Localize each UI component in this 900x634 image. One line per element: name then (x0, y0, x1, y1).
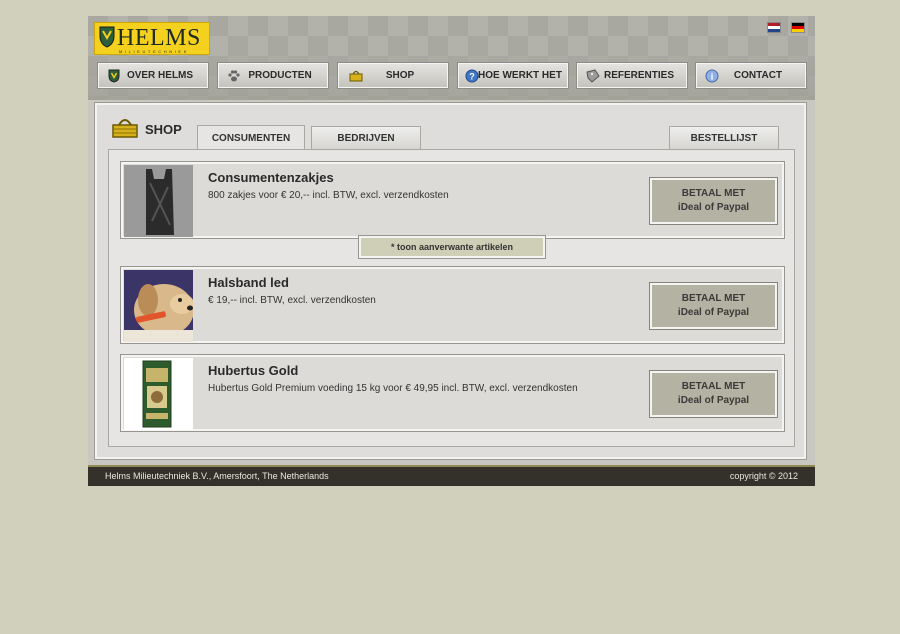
nav-hoe-werkt-het[interactable]: ? HOE WERKT HET (458, 63, 568, 88)
page-title: SHOP (145, 122, 182, 137)
bag-image (124, 165, 193, 237)
product-name: Hubertus Gold (208, 363, 299, 378)
tab-consumenten[interactable]: CONSUMENTEN (197, 125, 305, 150)
nav-producten[interactable]: PRODUCTEN (218, 63, 328, 88)
related-articles-button[interactable]: * toon aanverwante artikelen (359, 236, 545, 258)
tag-icon (586, 69, 600, 83)
product-description: € 19,-- incl. BTW, excl. verzendkosten (208, 295, 376, 306)
product-description: 800 zakjes voor € 20,-- incl. BTW, excl.… (208, 190, 449, 201)
pay-label-line1: BETAAL MET (681, 381, 746, 392)
nav-label: OVER HELMS (126, 70, 194, 81)
paw-icon (228, 70, 240, 82)
nav-referenties[interactable]: REFERENTIES (577, 63, 687, 88)
svg-text:?: ? (469, 72, 475, 82)
german-flag-icon[interactable] (791, 22, 805, 33)
pay-label-line1: BETAAL MET (681, 188, 746, 199)
dutch-flag-icon[interactable] (767, 22, 781, 33)
main-content: SHOP CONSUMENTEN BEDRIJVEN BESTELLIJST C… (95, 103, 806, 459)
helms-logo[interactable]: HELMS MILIEUTECHNIEK (94, 22, 210, 55)
footer: Helms Milieutechniek B.V., Amersfoort, T… (88, 465, 815, 486)
product-description: Hubertus Gold Premium voeding 15 kg voor… (208, 383, 578, 394)
info-icon: i (705, 69, 719, 83)
product-card: Hubertus Gold Hubertus Gold Premium voed… (121, 355, 784, 431)
main-nav: OVER HELMS PRODUCTEN SHOP ? HOE WERKT HE… (98, 63, 806, 88)
language-switcher (767, 22, 805, 33)
dog-collar-image (124, 270, 193, 342)
basket-icon (349, 70, 363, 82)
food-bag-image (124, 358, 193, 430)
tab-bedrijven[interactable]: BEDRIJVEN (311, 126, 421, 149)
product-card: Consumentenzakjes 800 zakjes voor € 20,-… (121, 162, 784, 238)
tab-bestellijst[interactable]: BESTELLIJST (669, 126, 779, 149)
pay-label-line1: BETAAL MET (681, 293, 746, 304)
nav-over-helms[interactable]: OVER HELMS (98, 63, 208, 88)
nav-contact[interactable]: i CONTACT (696, 63, 806, 88)
footer-company: Helms Milieutechniek B.V., Amersfoort, T… (105, 471, 329, 481)
basket-icon (112, 119, 138, 138)
product-image (124, 270, 193, 342)
nav-label: PRODUCTEN (248, 70, 312, 81)
nav-shop[interactable]: SHOP (338, 63, 448, 88)
product-image (124, 165, 193, 237)
product-card: Halsband led € 19,-- incl. BTW, excl. ve… (121, 267, 784, 343)
pay-label-line2: iDeal of Paypal (677, 395, 750, 406)
pay-button[interactable]: BETAAL MET iDeal of Paypal (650, 283, 777, 329)
logo-subtitle: MILIEUTECHNIEK (119, 49, 189, 54)
pay-label-line2: iDeal of Paypal (677, 202, 750, 213)
pay-label-line2: iDeal of Paypal (677, 307, 750, 318)
footer-copyright: copyright © 2012 (729, 471, 798, 481)
shield-icon (108, 69, 120, 83)
product-name: Halsband led (208, 275, 289, 290)
header: HELMS MILIEUTECHNIEK OVER HELMS PRODUCTE… (88, 16, 815, 100)
logo-text: HELMS (117, 25, 201, 51)
pay-button[interactable]: BETAAL MET iDeal of Paypal (650, 371, 777, 417)
product-panel: Consumentenzakjes 800 zakjes voor € 20,-… (108, 149, 795, 447)
question-icon: ? (465, 69, 479, 83)
nav-label: CONTACT (733, 70, 783, 81)
nav-label: SHOP (385, 70, 415, 81)
product-image (124, 358, 193, 430)
pay-button[interactable]: BETAAL MET iDeal of Paypal (650, 178, 777, 224)
product-name: Consumentenzakjes (208, 170, 334, 185)
shield-logo-icon (99, 26, 115, 48)
site-container: HELMS MILIEUTECHNIEK OVER HELMS PRODUCTE… (88, 16, 815, 486)
nav-label: REFERENTIES (603, 70, 674, 81)
